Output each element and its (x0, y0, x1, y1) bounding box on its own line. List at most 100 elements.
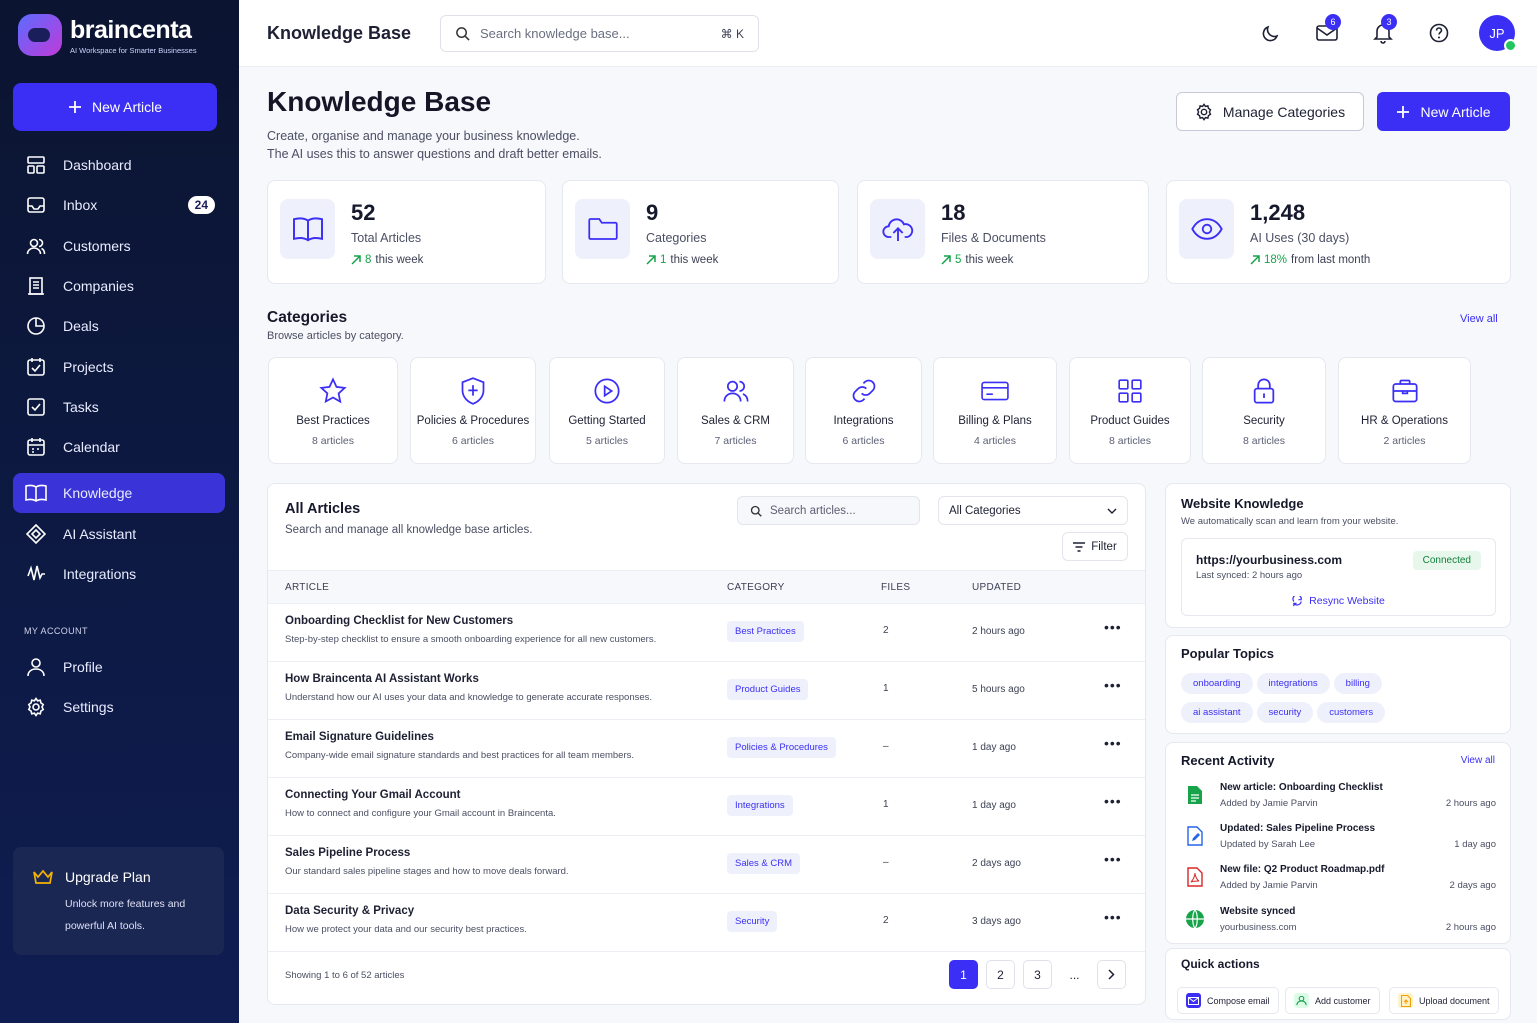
sidebar-item-projects[interactable]: Projects (13, 346, 225, 386)
sidebar-item-dashboard[interactable]: Dashboard (13, 145, 225, 185)
column-header-article[interactable]: ARTICLE (285, 582, 329, 593)
page-button-2[interactable]: 2 (986, 960, 1015, 989)
stat-delta-text: from last month (1291, 254, 1371, 266)
table-row[interactable]: Email Signature Guidelines Company-wide … (268, 720, 1145, 778)
filter-button[interactable]: Filter (1062, 532, 1128, 561)
category-card-product-guides[interactable]: Product Guides 8 articles (1069, 357, 1191, 464)
activity-item[interactable]: Updated: Sales Pipeline Process Updated … (1181, 822, 1496, 858)
page-title: Knowledge Base (267, 86, 492, 117)
activity-time: 2 days ago (1449, 880, 1496, 891)
activity-view-all-link[interactable]: View all (1461, 755, 1495, 766)
page-button-1[interactable]: 1 (949, 960, 978, 989)
stat-delta: 1 this week (646, 254, 718, 266)
ai-icon (25, 523, 47, 545)
global-search-input[interactable]: Search knowledge base... ⌘ K (440, 15, 759, 52)
topic-tag[interactable]: security (1256, 702, 1314, 723)
table-row[interactable]: Data Security & Privacy How we protect y… (268, 894, 1145, 952)
messages-button[interactable]: 6 (1299, 14, 1355, 52)
sidebar-item-companies[interactable]: Companies (13, 266, 225, 306)
more-options-icon[interactable]: ••• (1104, 909, 1122, 925)
category-card-getting-started[interactable]: Getting Started 5 articles (549, 357, 665, 464)
stat-card-ai-uses[interactable]: 1,248 AI Uses (30 days) 18% from last mon… (1166, 180, 1511, 284)
compose-email-button[interactable]: Compose email (1177, 987, 1279, 1014)
sidebar-item-calendar[interactable]: Calendar (13, 427, 225, 467)
category-card-hr-operations[interactable]: HR & Operations 2 articles (1338, 357, 1471, 464)
category-card-integrations[interactable]: Integrations 6 articles (805, 357, 922, 464)
articles-search-input[interactable]: Search articles... (737, 496, 920, 525)
category-card-policies[interactable]: Policies & Procedures 6 articles (410, 357, 536, 464)
article-title[interactable]: Onboarding Checklist for New Customers (285, 615, 513, 627)
stat-card-files[interactable]: 18 Files & Documents 5 this week (857, 180, 1149, 284)
sidebar-item-ai-assistant[interactable]: AI Assistant (13, 513, 225, 553)
table-row[interactable]: How Braincenta AI Assistant Works Unders… (268, 662, 1145, 720)
category-count: 4 articles (973, 435, 1016, 447)
activity-item[interactable]: New article: Onboarding Checklist Added … (1181, 781, 1496, 817)
column-header-category[interactable]: CATEGORY (727, 582, 785, 593)
article-title[interactable]: Connecting Your Gmail Account (285, 789, 461, 801)
category-card-security[interactable]: Security 8 articles (1202, 357, 1326, 464)
category-count: 2 articles (1383, 435, 1426, 447)
column-header-updated[interactable]: UPDATED (972, 582, 1021, 593)
category-filter-select[interactable]: All Categories (938, 496, 1128, 525)
category-card-sales-crm[interactable]: Sales & CRM 7 articles (677, 357, 794, 464)
new-article-sidebar-button[interactable]: New Article (13, 83, 217, 131)
table-row[interactable]: Sales Pipeline Process Our standard sale… (268, 836, 1145, 894)
user-avatar[interactable]: JP (1479, 15, 1517, 52)
article-title[interactable]: How Braincenta AI Assistant Works (285, 673, 479, 685)
more-options-icon[interactable]: ••• (1104, 793, 1122, 809)
sidebar-item-inbox[interactable]: Inbox 24 (13, 185, 225, 225)
more-options-icon[interactable]: ••• (1104, 735, 1122, 751)
updated-time: 5 hours ago (972, 684, 1025, 695)
new-article-button[interactable]: New Article (1377, 92, 1510, 131)
more-options-icon[interactable]: ••• (1104, 851, 1122, 867)
theme-toggle-button[interactable] (1243, 14, 1299, 52)
sidebar-item-deals[interactable]: Deals (13, 306, 225, 346)
topic-tag[interactable]: integrations (1256, 673, 1330, 694)
category-card-billing[interactable]: Billing & Plans 4 articles (933, 357, 1057, 464)
more-options-icon[interactable]: ••• (1104, 677, 1122, 693)
column-header-files[interactable]: FILES (881, 582, 910, 593)
logo[interactable]: braincenta AI Workspace for Smarter Busi… (18, 14, 197, 56)
search-placeholder: Search knowledge base... (480, 26, 630, 41)
article-title[interactable]: Email Signature Guidelines (285, 731, 434, 743)
activity-item[interactable]: New file: Q2 Product Roadmap.pdf Added b… (1181, 863, 1496, 899)
sidebar-item-profile[interactable]: Profile (13, 647, 225, 687)
sidebar-item-tasks[interactable]: Tasks (13, 387, 225, 427)
help-button[interactable] (1411, 14, 1467, 52)
resync-website-button[interactable]: Resync Website (1182, 595, 1495, 607)
article-title[interactable]: Data Security & Privacy (285, 905, 414, 917)
file-count: 2 (883, 625, 889, 636)
stat-card-total-articles[interactable]: 52 Total Articles 8 this week (267, 180, 546, 284)
topic-tag[interactable]: ai assistant (1181, 702, 1253, 723)
notifications-button[interactable]: 3 (1355, 14, 1411, 52)
stat-card-categories[interactable]: 9 Categories 1 this week (562, 180, 839, 284)
deals-icon (25, 315, 47, 337)
category-name: Integrations (833, 415, 894, 427)
category-card-best-practices[interactable]: Best Practices 8 articles (268, 357, 398, 464)
activity-item[interactable]: Website synced yourbusiness.com 2 hours … (1181, 905, 1496, 941)
upload-document-button[interactable]: Upload document (1389, 987, 1499, 1014)
sidebar-item-knowledge[interactable]: Knowledge (13, 473, 225, 514)
sidebar-item-customers[interactable]: Customers (13, 226, 225, 266)
upgrade-plan-card[interactable]: Upgrade Plan Unlock more features and po… (13, 847, 224, 955)
sidebar-item-integrations[interactable]: Integrations (13, 554, 225, 594)
topic-tag[interactable]: onboarding (1181, 673, 1253, 694)
topic-tag[interactable]: customers (1317, 702, 1386, 723)
more-options-icon[interactable]: ••• (1104, 619, 1122, 635)
sidebar-item-settings[interactable]: Settings (13, 687, 225, 727)
table-row[interactable]: Connecting Your Gmail Account How to con… (268, 778, 1145, 836)
category-count: 8 articles (1108, 435, 1151, 447)
updated-time: 2 days ago (972, 858, 1021, 869)
users-icon (721, 376, 751, 406)
next-page-button[interactable] (1097, 960, 1126, 989)
add-customer-button[interactable]: Add customer (1285, 987, 1380, 1014)
category-name: Sales & CRM (700, 415, 771, 427)
topic-tag[interactable]: billing (1333, 673, 1382, 694)
categories-view-all-link[interactable]: View all (1460, 313, 1498, 325)
mail-count-badge: 6 (1325, 14, 1341, 30)
manage-categories-button[interactable]: Manage Categories (1176, 92, 1364, 131)
page-button-3[interactable]: 3 (1023, 960, 1052, 989)
table-row[interactable]: Onboarding Checklist for New Customers S… (268, 604, 1145, 662)
notification-count-badge: 3 (1381, 14, 1397, 30)
article-title[interactable]: Sales Pipeline Process (285, 847, 410, 859)
